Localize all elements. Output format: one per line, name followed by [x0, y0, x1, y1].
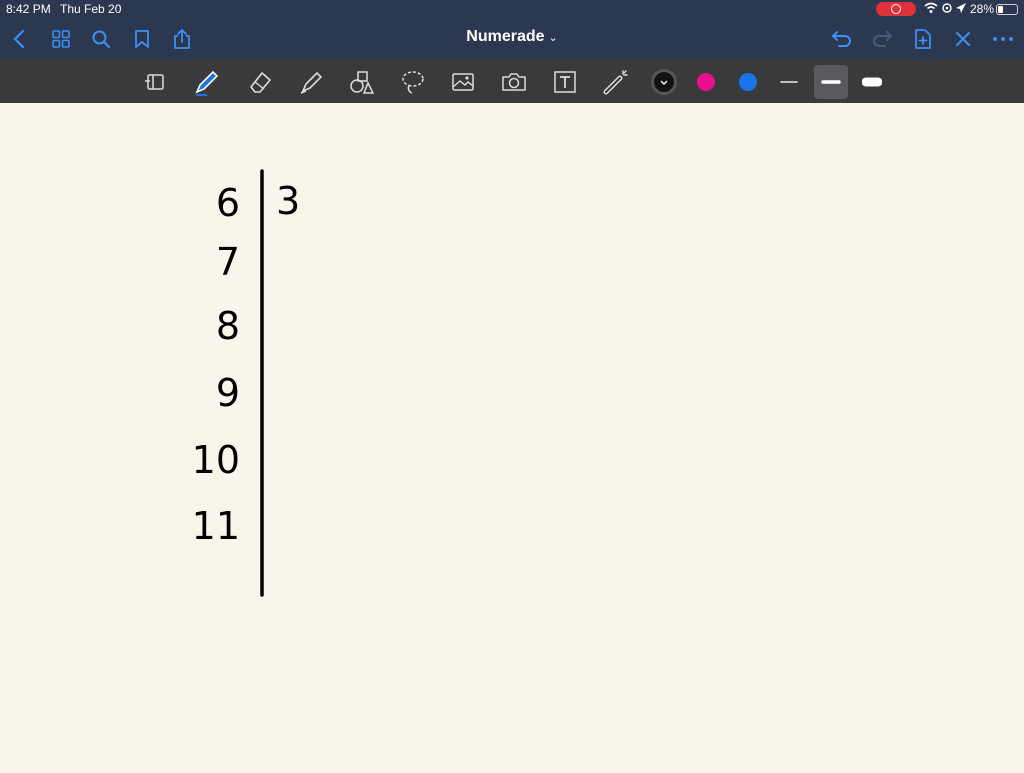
shapes-icon	[350, 71, 375, 94]
close-button[interactable]	[950, 26, 976, 52]
stem-value: 11	[192, 504, 240, 548]
search-icon	[92, 30, 111, 49]
highlighter-icon	[300, 71, 323, 94]
thumbnails-button[interactable]	[48, 26, 74, 52]
color-black-swatch[interactable]	[650, 68, 678, 96]
eraser-tool-button[interactable]	[246, 68, 274, 96]
text-tool-button[interactable]	[551, 68, 579, 96]
leaf-value: 3	[276, 179, 300, 223]
color-blue-swatch[interactable]	[734, 68, 762, 96]
redo-button[interactable]	[869, 26, 895, 52]
close-icon	[956, 32, 970, 46]
stroke-thin-button[interactable]	[775, 68, 803, 96]
stroke-thick-icon	[862, 77, 882, 87]
stroke-medium-icon	[821, 80, 841, 84]
pen-tool-button[interactable]	[193, 68, 221, 96]
document-title[interactable]: Numerade ⌄	[430, 28, 594, 46]
undo-icon	[831, 31, 851, 47]
search-button[interactable]	[88, 26, 114, 52]
text-box-icon	[554, 71, 576, 93]
wifi-location-icons	[924, 2, 968, 17]
nav-bar: Numerade ⌄	[0, 18, 1024, 60]
color-pink-dot	[697, 73, 715, 91]
eraser-icon	[250, 72, 271, 93]
status-bar: 8:42 PM Thu Feb 20 28%	[0, 0, 1024, 18]
battery-icon	[996, 4, 1018, 15]
stem-leaf-plot: 6 7 8 9 10 11 3	[192, 169, 300, 597]
note-canvas[interactable]: 6 7 8 9 10 11 3	[0, 103, 1024, 768]
back-button[interactable]	[6, 26, 32, 52]
battery-percent: 28%	[970, 2, 995, 16]
share-button[interactable]	[169, 26, 195, 52]
redo-icon	[873, 31, 893, 47]
lasso-icon	[402, 71, 424, 94]
stem-value: 8	[216, 304, 240, 348]
add-page-button[interactable]	[910, 26, 936, 52]
shapes-tool-button[interactable]	[348, 68, 376, 96]
stem-value: 10	[192, 438, 240, 482]
stem-value: 9	[216, 371, 240, 415]
camera-tool-button[interactable]	[500, 68, 528, 96]
pen-icon	[195, 70, 219, 96]
highlighter-tool-button[interactable]	[297, 68, 325, 96]
stroke-thick-button[interactable]	[858, 68, 886, 96]
image-icon	[452, 73, 474, 91]
add-page-icon	[915, 29, 931, 49]
title-chevron-icon: ⌄	[548, 32, 558, 44]
bookmark-icon	[135, 30, 149, 48]
grid-icon	[52, 30, 70, 48]
share-icon	[174, 28, 190, 49]
color-pink-swatch[interactable]	[692, 68, 720, 96]
camera-icon	[502, 73, 526, 91]
screen-recording-icon	[876, 2, 916, 16]
laser-pointer-icon	[603, 70, 628, 95]
image-tool-button[interactable]	[449, 68, 477, 96]
stem-value: 6	[216, 181, 240, 225]
bookmark-button[interactable]	[129, 26, 155, 52]
undo-button[interactable]	[829, 26, 855, 52]
stroke-medium-button[interactable]	[814, 65, 848, 99]
stroke-thin-icon	[780, 81, 798, 83]
status-date: Thu Feb 20	[60, 2, 122, 16]
drawing-toolbar	[0, 60, 1024, 103]
document-title-text: Numerade	[466, 28, 545, 45]
ellipsis-icon	[993, 37, 1013, 41]
status-time: 8:42 PM	[6, 2, 51, 16]
color-black-selected-icon	[651, 69, 677, 95]
page-tool-button[interactable]	[141, 68, 169, 96]
more-button[interactable]	[990, 26, 1016, 52]
chevron-left-icon	[13, 29, 25, 49]
lasso-tool-button[interactable]	[399, 68, 427, 96]
laser-tool-button[interactable]	[602, 68, 630, 96]
color-blue-dot	[739, 73, 757, 91]
stem-value: 7	[216, 240, 240, 284]
page-tool-icon	[145, 74, 164, 90]
